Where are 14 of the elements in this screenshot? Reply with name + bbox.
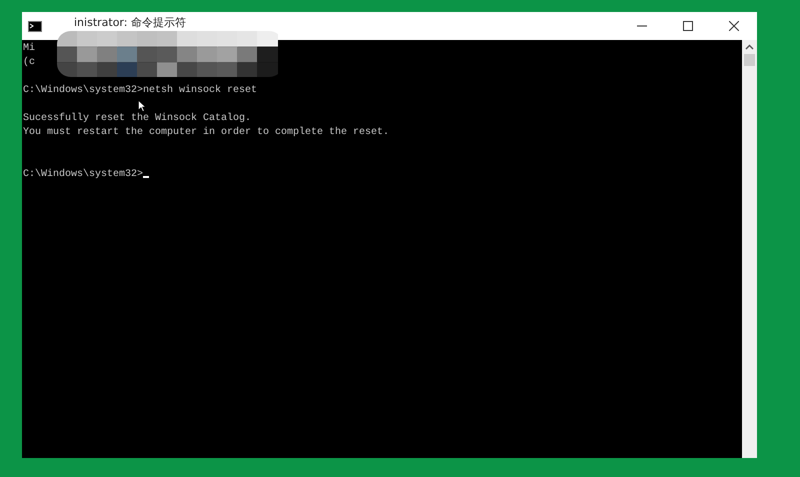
scrollbar-thumb[interactable]	[744, 54, 755, 66]
window-title: inistrator: 命令提示符	[74, 16, 186, 29]
console-line: Sucessfully reset the Winsock Catalog.	[23, 113, 252, 124]
console-line: (c	[23, 57, 36, 68]
command-prompt: C:\Windows\system32>	[23, 169, 144, 180]
console-icon	[28, 20, 42, 32]
console-line: Mi	[23, 43, 36, 54]
console-line: You must restart the computer in order to complete the reset.	[23, 127, 390, 138]
scrollbar[interactable]	[742, 40, 757, 458]
console-line: C:\Windows\system32>netsh winsock reset	[23, 85, 258, 96]
close-icon	[729, 21, 739, 31]
scroll-up-icon[interactable]	[745, 44, 754, 50]
maximize-icon	[683, 21, 693, 31]
mouse-pointer-icon	[138, 100, 146, 112]
